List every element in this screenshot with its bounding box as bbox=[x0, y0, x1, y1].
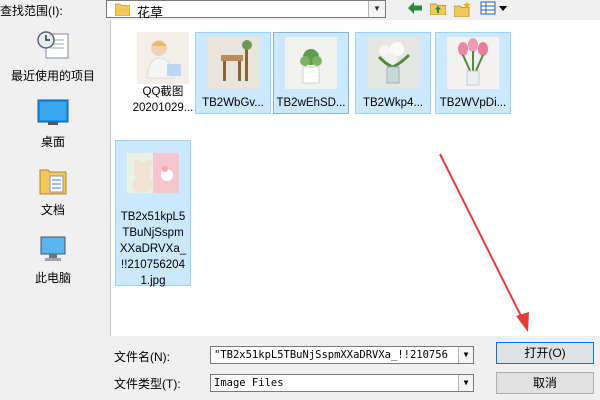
place-documents-label: 文档 bbox=[40, 203, 65, 217]
recent-items-icon bbox=[37, 31, 69, 59]
file-type-value: Image Files bbox=[214, 377, 284, 389]
file-item[interactable]: TB2WVpDi... bbox=[435, 32, 511, 114]
chevron-down-icon[interactable]: ▼ bbox=[368, 1, 385, 17]
file-item[interactable]: TB2WbGv... bbox=[195, 32, 271, 114]
file-item[interactable]: QQ截图 202010​29... bbox=[125, 32, 201, 116]
file-name-line: !!210756204 bbox=[121, 259, 185, 271]
flower-vase-photo-thumbnail bbox=[367, 37, 419, 89]
folder-icon bbox=[115, 3, 130, 16]
file-type-select[interactable]: Image Files ▼ bbox=[210, 374, 474, 392]
look-in-value: 花草 bbox=[137, 5, 164, 20]
look-in-combo[interactable]: 花草 ▼ bbox=[106, 0, 386, 20]
desktop-icon bbox=[37, 99, 69, 125]
file-name-label: 文件名(N): bbox=[114, 350, 170, 364]
file-name-line: TB2x51kpL5 bbox=[120, 211, 186, 223]
place-documents[interactable]: 文档 bbox=[10, 166, 96, 218]
computer-icon bbox=[40, 236, 66, 261]
file-name-value: "TB2x51kpL5TBuNjSspmXXaDRVXa_!!210756 bbox=[214, 349, 448, 361]
bear-photo-thumbnail bbox=[127, 153, 179, 205]
chair-photo-thumbnail bbox=[207, 37, 259, 89]
annotation-arrow-icon bbox=[439, 153, 529, 332]
file-name-line: 1.jpg bbox=[140, 275, 166, 287]
documents-icon bbox=[39, 169, 67, 195]
child-photo-thumbnail bbox=[137, 32, 189, 84]
place-recent-label: 最近使用的项目 bbox=[10, 69, 95, 83]
cancel-button[interactable]: 取消 bbox=[496, 372, 594, 394]
file-name-line: 202010​29... bbox=[132, 102, 194, 114]
file-name-input[interactable]: "TB2x51kpL5TBuNjSspmXXaDRVXa_!!210756 ▼ bbox=[210, 346, 474, 364]
new-folder-icon[interactable] bbox=[453, 1, 472, 18]
chevron-down-icon[interactable]: ▼ bbox=[458, 375, 473, 391]
tulip-photo-thumbnail bbox=[447, 37, 499, 89]
file-name-line: QQ截图 bbox=[142, 86, 184, 98]
file-name-line: TBuNjSspm bbox=[122, 227, 184, 239]
file-item[interactable]: TB2Wkp4... bbox=[355, 32, 431, 114]
file-name-line: XXaDRVXa_ bbox=[119, 243, 187, 255]
file-type-label: 文件类型(T): bbox=[114, 377, 181, 391]
open-button[interactable]: 打开(O) bbox=[496, 342, 594, 364]
file-name-line: TB2wEhSD... bbox=[276, 97, 346, 109]
place-computer-label: 此电脑 bbox=[34, 271, 71, 285]
place-recent[interactable]: 最近使用的项目 bbox=[10, 28, 96, 84]
file-name-line: TB2WbGv... bbox=[202, 97, 264, 109]
file-item[interactable]: TB2wEhSD... bbox=[273, 32, 349, 114]
view-menu-icon[interactable] bbox=[479, 1, 509, 17]
look-in-label: 查找范围(I): bbox=[0, 4, 63, 18]
up-folder-icon[interactable] bbox=[429, 1, 447, 17]
plant-photo-thumbnail bbox=[285, 37, 337, 89]
file-name-line: TB2Wkp4... bbox=[362, 97, 424, 109]
place-desktop[interactable]: 桌面 bbox=[10, 98, 96, 150]
file-name-line: TB2WVpDi... bbox=[439, 97, 507, 109]
place-computer[interactable]: 此电脑 bbox=[10, 234, 96, 286]
place-desktop-label: 桌面 bbox=[40, 135, 65, 149]
file-item[interactable]: TB2x51kpL5 TBuNjSspm XXaDRVXa_ !!2107562… bbox=[115, 140, 191, 287]
back-arrow-icon[interactable] bbox=[406, 1, 424, 17]
chevron-down-icon[interactable]: ▼ bbox=[458, 347, 473, 363]
